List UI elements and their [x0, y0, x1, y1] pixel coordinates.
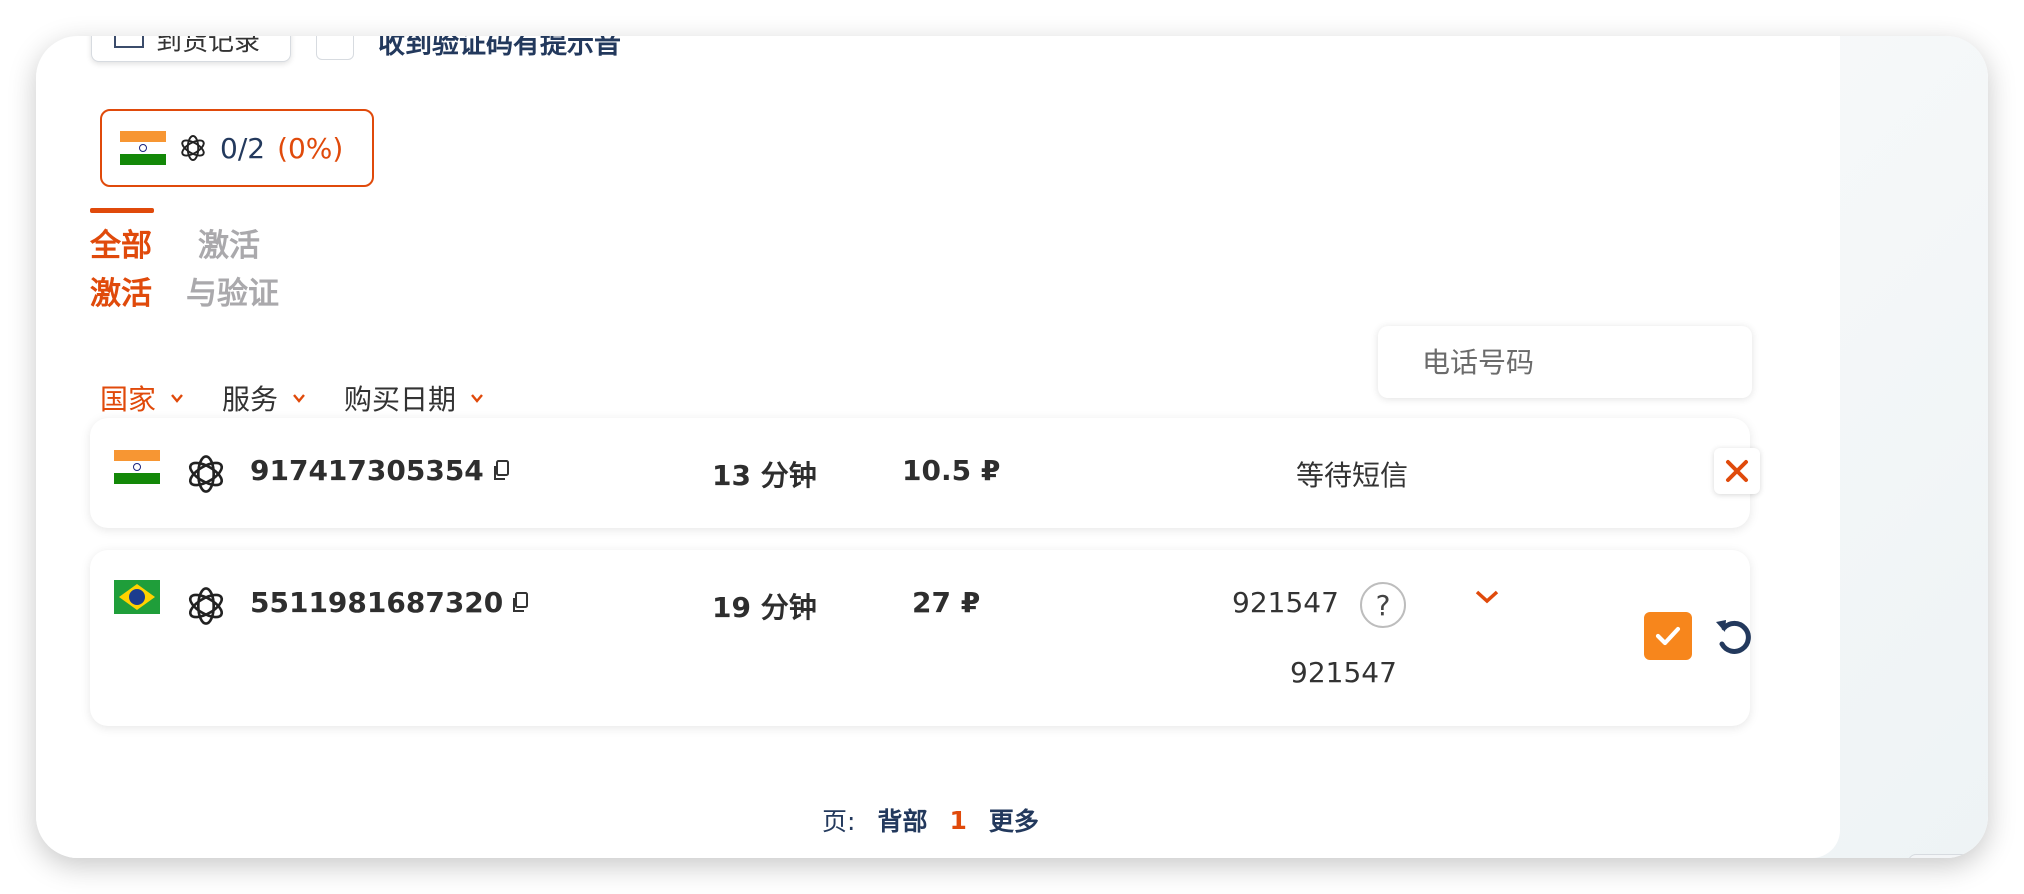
- app-window: 到货记录 收到验证码有提示音 0/2 (0%) 全部 激活 激活 与验证 国家 …: [36, 36, 1988, 858]
- ime-language-toggle[interactable]: 中: [1973, 857, 1988, 859]
- phone-search-input[interactable]: [1420, 344, 1724, 380]
- tab-label-line1: 全部: [90, 228, 152, 264]
- phone-number-cell[interactable]: 917417305354: [250, 454, 510, 487]
- phone-number-cell[interactable]: 5511981687320: [250, 586, 529, 619]
- cancel-button[interactable]: [1714, 448, 1760, 494]
- openai-icon: [188, 587, 224, 625]
- filter-country-label: 国家: [100, 383, 157, 416]
- confirm-button[interactable]: [1644, 612, 1692, 660]
- filter-service-label: 服务: [222, 383, 279, 416]
- chevron-down-icon: [171, 394, 183, 403]
- close-icon: [1726, 460, 1748, 482]
- price: 10.5 ₽: [902, 454, 1001, 487]
- sms-code-history: 921547: [1290, 656, 1397, 689]
- sms-code[interactable]: 921547: [1232, 586, 1339, 619]
- elapsed-time: 19 分钟: [712, 591, 817, 624]
- india-flag-icon: [120, 131, 166, 165]
- copy-icon[interactable]: [511, 591, 529, 614]
- calendar-icon: [114, 36, 144, 48]
- arrival-log-label: 到货记录: [156, 36, 261, 57]
- pagination-current-page: 1: [949, 805, 967, 835]
- phone-search-box[interactable]: [1378, 326, 1752, 398]
- tab-label-line2: 激活: [90, 276, 152, 312]
- filter-purchase-date-label: 购买日期: [344, 383, 457, 416]
- table-row: 917417305354 13 分钟 10.5 ₽ 等待短信: [90, 418, 1760, 528]
- tab-label-line2: 与验证: [186, 276, 279, 312]
- stats-count: 0/2: [220, 131, 266, 165]
- activations-panel: 到货记录 收到验证码有提示音 0/2 (0%) 全部 激活 激活 与验证 国家 …: [36, 36, 1840, 858]
- status-text: 等待短信: [1296, 459, 1409, 492]
- pagination: 页: 背部 1 更多: [822, 802, 1039, 838]
- chevron-down-icon[interactable]: [1474, 588, 1500, 606]
- filter-purchase-date[interactable]: 购买日期: [344, 378, 484, 418]
- sound-hint-label: 收到验证码有提示音: [378, 36, 621, 60]
- ime-widget[interactable]: du 中: [1908, 854, 1988, 858]
- elapsed-time: 13 分钟: [712, 459, 817, 492]
- filter-service[interactable]: 服务: [222, 378, 306, 418]
- pagination-label: 页:: [822, 807, 856, 836]
- country-stats-chip[interactable]: 0/2 (0%): [100, 109, 374, 187]
- copy-icon[interactable]: [492, 459, 510, 482]
- help-button[interactable]: ?: [1360, 582, 1406, 628]
- arrival-log-button[interactable]: 到货记录: [91, 36, 291, 62]
- openai-icon: [181, 135, 205, 161]
- brazil-flag-icon: [114, 580, 160, 614]
- chevron-down-icon: [293, 394, 305, 403]
- tab-all-activations[interactable]: 全部 激活: [90, 222, 152, 318]
- chevron-down-icon: [471, 394, 483, 403]
- pagination-more-link[interactable]: 更多: [989, 802, 1039, 838]
- india-flag-icon: [114, 450, 160, 484]
- stats-percent: (0%): [277, 131, 344, 165]
- phone-number: 917417305354: [250, 454, 484, 487]
- check-icon: [1655, 626, 1681, 646]
- table-row: 5511981687320 19 分钟 27 ₽ 921547 ? 921547: [90, 550, 1751, 726]
- tab-label-line1: 激活: [198, 228, 260, 264]
- phone-number: 5511981687320: [250, 586, 504, 619]
- active-tab-indicator: [90, 208, 154, 213]
- sound-hint-checkbox[interactable]: [316, 36, 354, 60]
- tab-activation-verification[interactable]: 激活 与验证: [186, 222, 279, 318]
- price: 27 ₽: [912, 586, 981, 619]
- filter-country[interactable]: 国家: [100, 378, 184, 418]
- refresh-icon[interactable]: [1712, 614, 1756, 658]
- pagination-back-link[interactable]: 背部: [877, 802, 927, 838]
- openai-icon: [188, 455, 224, 493]
